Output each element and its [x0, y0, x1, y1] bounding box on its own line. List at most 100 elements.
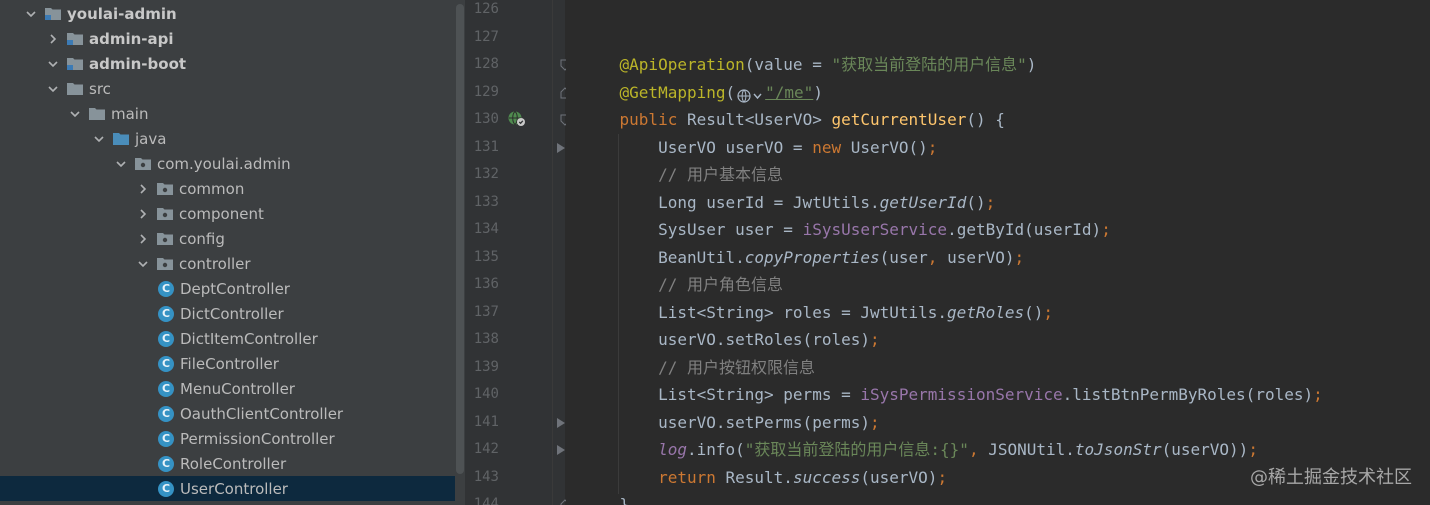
- code-token: JSONUtil.: [988, 440, 1075, 459]
- gutter-separator: [552, 0, 553, 505]
- java-class-icon: C: [158, 355, 174, 372]
- tree-item-common[interactable]: common: [0, 176, 455, 201]
- tree-item-deptcontroller[interactable]: C DeptController: [0, 276, 455, 301]
- code-line[interactable]: List<String> perms = iSysPermissionServi…: [581, 381, 1323, 408]
- chevron-right-icon[interactable]: [136, 207, 150, 221]
- chevron-down-icon[interactable]: [46, 82, 60, 96]
- tree-item-controller[interactable]: controller: [0, 251, 455, 276]
- tree-item-label: controller: [179, 254, 251, 273]
- tree-item-label: OauthClientController: [180, 404, 344, 423]
- fold-marker-icon[interactable]: [556, 417, 566, 429]
- code-line[interactable]: // 用户角色信息: [581, 271, 783, 298]
- chevron-down-icon[interactable]: [114, 157, 128, 171]
- line-number: 134: [473, 221, 499, 237]
- code-token: Result.: [725, 467, 793, 487]
- code-token: ,: [927, 247, 948, 267]
- fold-marker-icon[interactable]: [556, 444, 566, 456]
- line-number: 135: [473, 248, 499, 265]
- code-token: ): [813, 82, 823, 102]
- code-token: ;: [927, 137, 938, 157]
- code-line[interactable]: // 用户基本信息: [581, 161, 783, 188]
- code-token: ;: [1313, 385, 1323, 404]
- tree-item-label: PermissionController: [180, 429, 335, 448]
- code-token: // 用户基本信息: [581, 165, 783, 184]
- chevron-down-icon[interactable]: [136, 257, 150, 271]
- code-token: ;: [869, 330, 880, 349]
- project-tree-scrollbar[interactable]: [455, 0, 465, 505]
- line-number: 138: [473, 331, 499, 347]
- scrollbar-thumb[interactable]: [456, 4, 464, 474]
- tree-item-oauthclientcontroller[interactable]: C OauthClientController: [0, 401, 455, 426]
- folder-icon: [112, 131, 130, 146]
- chevron-down-icon[interactable]: [24, 7, 38, 21]
- code-line[interactable]: SysUser user = iSysUserService.getById(u…: [581, 216, 1111, 243]
- tree-item-main[interactable]: main: [0, 101, 455, 126]
- tree-item-label: component: [179, 204, 264, 223]
- tree-item-usercontroller[interactable]: C UserController: [0, 476, 455, 501]
- tree-item-filecontroller[interactable]: C FileController: [0, 351, 455, 376]
- code-line[interactable]: Long userId = JwtUtils.getUserId();: [581, 189, 995, 216]
- tree-item-com-youlai-admin[interactable]: com.youlai.admin: [0, 151, 455, 176]
- code-line[interactable]: }: [581, 491, 630, 505]
- code-token: (userVO): [860, 467, 938, 487]
- code-line[interactable]: @GetMapping("/me"): [581, 79, 823, 106]
- module-folder-icon: [44, 6, 62, 21]
- tree-item-dictcontroller[interactable]: C DictController: [0, 301, 455, 326]
- tree-item-java[interactable]: java: [0, 126, 455, 151]
- tree-item-dictitemcontroller[interactable]: C DictItemController: [0, 326, 455, 351]
- project-tree-panel[interactable]: youlai-admin admin-api admin-boot src main ja…: [0, 0, 455, 505]
- code-token: .listBtnPermByRoles(roles): [1062, 385, 1314, 404]
- chevron-right-icon[interactable]: [136, 232, 150, 246]
- code-line[interactable]: userVO.setPerms(perms);: [581, 409, 880, 436]
- code-token: userVO.setRoles(roles): [581, 330, 870, 349]
- code-line[interactable]: public Result<UserVO> getCurrentUser() {: [581, 106, 1005, 133]
- package-folder-icon: [134, 156, 152, 171]
- chevron-right-icon[interactable]: [46, 32, 60, 46]
- line-number: 142: [473, 441, 499, 457]
- code-token: (value =: [744, 55, 832, 74]
- code-token: @GetMapping: [581, 82, 726, 102]
- code-line[interactable]: BeanUtil.copyProperties(user, userVO);: [581, 244, 1024, 271]
- endpoint-globe-icon[interactable]: [507, 110, 527, 128]
- package-folder-icon: [156, 181, 174, 196]
- tree-item-label: DeptController: [180, 279, 290, 298]
- fold-marker-icon[interactable]: [556, 142, 566, 154]
- code-token: success: [792, 467, 861, 487]
- code-line[interactable]: userVO.setRoles(roles);: [581, 326, 880, 353]
- java-class-icon: C: [158, 430, 174, 447]
- tree-item-label: UserController: [180, 479, 288, 498]
- line-number: 127: [473, 28, 499, 45]
- code-token: ;: [937, 467, 948, 487]
- code-token: UserVO userVO =: [581, 137, 813, 157]
- tree-item-menucontroller[interactable]: C MenuController: [0, 376, 455, 401]
- ide-window: youlai-admin admin-api admin-boot src main ja…: [0, 0, 1430, 505]
- tree-item-youlai-admin[interactable]: youlai-admin: [0, 1, 455, 26]
- tree-item-rolecontroller[interactable]: C RoleController: [0, 451, 455, 476]
- tree-item-admin-api[interactable]: admin-api: [0, 26, 455, 51]
- code-line[interactable]: @ApiOperation(value = "获取当前登陆的用户信息"): [581, 51, 1037, 78]
- tree-item-config[interactable]: config: [0, 226, 455, 251]
- chevron-down-icon[interactable]: [46, 57, 60, 71]
- tree-item-src[interactable]: src: [0, 76, 455, 101]
- package-folder-icon: [156, 256, 174, 271]
- code-line[interactable]: return Result.success(userVO);: [581, 464, 947, 491]
- url-globe-icon[interactable]: [736, 85, 764, 103]
- code-token: copyProperties: [744, 247, 880, 267]
- tree-item-component[interactable]: component: [0, 201, 455, 226]
- java-class-icon: C: [158, 280, 174, 297]
- code-token: return: [581, 467, 726, 487]
- line-number: 140: [473, 386, 499, 402]
- tree-item-label: DictItemController: [180, 329, 318, 348]
- java-class-icon: C: [158, 405, 174, 422]
- tree-item-permissioncontroller[interactable]: C PermissionController: [0, 426, 455, 451]
- tree-item-admin-boot[interactable]: admin-boot: [0, 51, 455, 76]
- chevron-right-icon[interactable]: [136, 182, 150, 196]
- code-line[interactable]: // 用户按钮权限信息: [581, 354, 815, 381]
- code-line[interactable]: log.info("获取当前登陆的用户信息:{}", JSONUtil.toJs…: [581, 436, 1258, 463]
- chevron-down-icon[interactable]: [92, 132, 106, 146]
- code-token: ;: [1043, 302, 1054, 322]
- code-token: (userVO)): [1161, 440, 1249, 459]
- code-line[interactable]: UserVO userVO = new UserVO();: [581, 134, 937, 161]
- code-line[interactable]: List<String> roles = JwtUtils.getRoles()…: [581, 299, 1053, 326]
- chevron-down-icon[interactable]: [68, 107, 82, 121]
